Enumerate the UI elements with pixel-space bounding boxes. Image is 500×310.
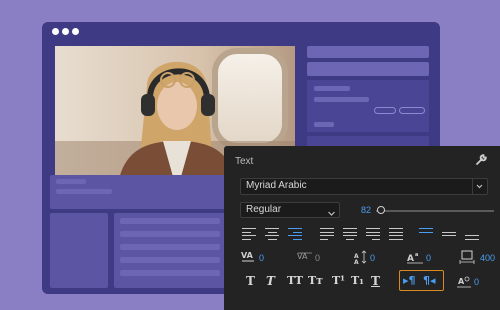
align-center-icon[interactable]	[265, 228, 279, 240]
align-bottom-icon[interactable]	[465, 228, 479, 240]
justify-left-icon[interactable]	[320, 228, 334, 240]
baseline-shift-icon: A a	[407, 252, 423, 264]
window-titlebar	[42, 22, 440, 40]
font-family-select[interactable]: Myriad Arabic	[240, 178, 488, 195]
chevron-down-icon	[472, 179, 486, 194]
placeholder-line	[120, 270, 220, 276]
align-right-icon[interactable]	[288, 228, 302, 240]
svg-text:a: a	[415, 252, 418, 258]
placeholder-line	[120, 257, 220, 263]
leading-icon: A A	[354, 250, 367, 264]
justify-right-icon[interactable]	[366, 228, 380, 240]
placeholder-bin	[50, 213, 108, 288]
baseline-shift-value: 0	[426, 253, 432, 263]
placeholder-line	[314, 97, 369, 102]
svg-text:A: A	[407, 254, 414, 264]
small-caps-button[interactable]: Tт	[308, 274, 323, 287]
font-style-select[interactable]: Regular	[240, 202, 340, 218]
svg-text:A: A	[354, 259, 359, 264]
placeholder-line	[120, 218, 220, 224]
placeholder-line	[56, 189, 112, 194]
font-family-value: Myriad Arabic	[246, 180, 307, 191]
align-top-icon[interactable]	[419, 228, 433, 240]
rtl-paragraph-icon[interactable]: ¶◂	[423, 274, 436, 287]
font-size-slider-knob[interactable]	[376, 206, 385, 214]
ltr-paragraph-icon[interactable]: ▸¶	[403, 274, 416, 287]
justify-all-icon[interactable]	[389, 228, 403, 240]
faux-bold-button[interactable]: T	[246, 274, 255, 288]
leading-value: 0	[370, 253, 376, 263]
placeholder-line	[120, 244, 220, 250]
all-caps-button[interactable]: TT	[287, 274, 303, 287]
font-size-value[interactable]: 82	[361, 205, 371, 215]
tsume-icon	[459, 250, 475, 264]
tate-chu-yoko-icon[interactable]: A	[456, 274, 472, 295]
font-style-value: Regular	[246, 204, 282, 215]
placeholder-line	[314, 86, 350, 91]
faux-italic-button[interactable]: T	[266, 274, 275, 288]
placeholder-pill[interactable]	[399, 107, 425, 114]
paragraph-direction-group: ▸¶ ¶◂	[399, 270, 444, 291]
window-dot-2[interactable]	[62, 28, 69, 35]
justify-center-icon[interactable]	[343, 228, 357, 240]
placeholder-line	[56, 179, 86, 184]
text-panel: Text Myriad Arabic Regular 82 VA 0 VA 0 …	[224, 146, 500, 310]
placeholder-bar	[307, 46, 429, 58]
subscript-button[interactable]: T₁	[351, 274, 364, 287]
underline-button[interactable]: T	[371, 274, 380, 288]
placeholder-line	[120, 231, 220, 237]
placeholder-tracks	[114, 213, 234, 288]
tracking-icon: VA	[297, 252, 312, 261]
tracking-value: 0	[315, 253, 321, 263]
align-left-icon[interactable]	[242, 228, 256, 240]
tsume-value: 400	[480, 253, 496, 263]
chevron-down-icon	[327, 205, 336, 223]
placeholder-line	[314, 122, 334, 127]
placeholder-pill[interactable]	[374, 107, 396, 114]
align-middle-icon[interactable]	[442, 228, 456, 240]
placeholder-bar	[307, 62, 429, 76]
superscript-button[interactable]: T¹	[332, 274, 345, 287]
font-size-slider[interactable]	[376, 210, 494, 212]
window-dot-1[interactable]	[52, 28, 59, 35]
kerning-value: 0	[259, 253, 265, 263]
wrench-icon[interactable]	[475, 153, 488, 171]
svg-text:A: A	[458, 277, 465, 286]
panel-title: Text	[235, 156, 254, 167]
tate-chu-yoko-value: 0	[474, 277, 480, 287]
svg-text:VA: VA	[241, 251, 254, 260]
kerning-icon: VA	[241, 251, 254, 262]
window-dot-3[interactable]	[72, 28, 79, 35]
